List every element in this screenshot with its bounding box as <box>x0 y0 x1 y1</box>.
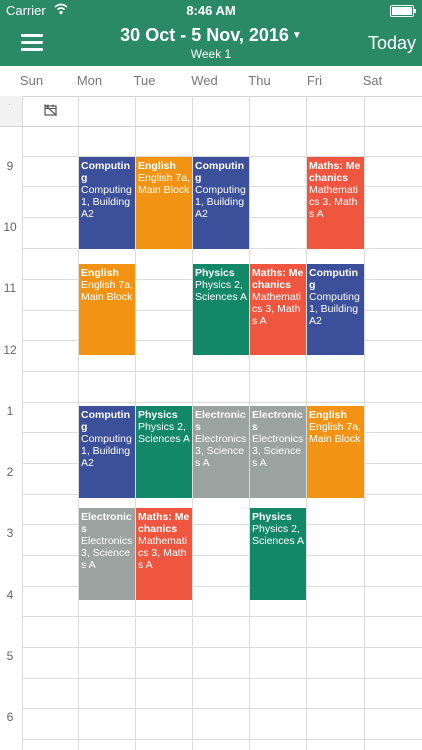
day-header-wed: Wed <box>191 73 218 88</box>
event-computing-wed[interactable]: Computing Computing 1, Building A2 <box>193 157 249 249</box>
event-english-mon[interactable]: English English 7a, Main Block <box>79 264 135 355</box>
hamburger-menu-icon[interactable] <box>21 34 43 52</box>
event-electronics-wed[interactable]: Electronics Electronics 3, Sciences A <box>193 406 249 498</box>
event-maths-thu[interactable]: Maths: Mechanics Mathematics 3, Maths A <box>250 264 306 355</box>
event-computing-mon-pm[interactable]: Computing Computing 1, Building A2 <box>79 406 135 498</box>
event-maths-tue[interactable]: Maths: Mechanics Mathematics 3, Maths A <box>136 508 192 600</box>
day-header-fri: Fri <box>306 73 323 88</box>
calendar-off-icon <box>44 104 57 116</box>
hour-label-4: 4 <box>6 588 14 602</box>
event-english-tue[interactable]: English English 7a, Main Block <box>136 157 192 249</box>
hour-label-11: 11 <box>3 281 17 295</box>
hour-label-2: 2 <box>6 465 14 479</box>
event-computing-mon[interactable]: Computing Computing 1, Building A2 <box>79 157 135 249</box>
event-computing-fri[interactable]: Computing Computing 1, Building A2 <box>307 264 364 355</box>
day-header-sun: Sun <box>19 73 44 88</box>
caret-down-icon: ▼ <box>291 30 302 41</box>
event-physics-wed[interactable]: Physics Physics 2, Sciences A <box>193 264 249 355</box>
hour-label-1: 1 <box>6 404 14 418</box>
event-english-fri[interactable]: English English 7a, Main Block <box>307 406 364 498</box>
event-physics-tue[interactable]: Physics Physics 2, Sciences A <box>136 406 192 498</box>
today-button[interactable]: Today <box>368 33 416 54</box>
hour-label-5: 5 <box>6 649 14 663</box>
battery-icon <box>390 5 416 17</box>
event-electronics-thu[interactable]: Electronics Electronics 3, Sciences A <box>250 406 306 498</box>
event-maths-fri[interactable]: Maths: Mechanics Mathematics 3, Maths A <box>307 157 364 249</box>
event-electronics-mon[interactable]: Electronics Electronics 3, Sciences A <box>79 508 135 600</box>
hour-label-6: 6 <box>6 710 14 724</box>
date-range-title: 30 Oct - 5 Nov, 2016 <box>120 25 289 45</box>
hour-label-10: 10 <box>3 220 17 234</box>
navigation-bar: 30 Oct - 5 Nov, 2016 ▼ Week 1 Today <box>0 22 422 66</box>
status-bar: Carrier 8:46 AM <box>0 0 422 22</box>
event-physics-thu[interactable]: Physics Physics 2, Sciences A <box>250 508 306 600</box>
hour-label-3: 3 <box>6 526 14 540</box>
day-header-mon: Mon <box>76 73 103 88</box>
status-time: 8:46 AM <box>186 3 236 18</box>
hour-label-9: 9 <box>6 159 14 173</box>
all-day-row[interactable]: · <box>0 96 422 127</box>
week-selector[interactable]: 30 Oct - 5 Nov, 2016 ▼ Week 1 <box>100 25 322 61</box>
day-header-sat: Sat <box>362 73 383 88</box>
day-header-tue: Tue <box>133 73 156 88</box>
day-header-row: Sun Mon Tue Wed Thu Fri Sat <box>0 66 422 97</box>
day-header-thu: Thu <box>248 73 271 88</box>
week-grid[interactable]: · 9 10 11 12 1 2 3 4 5 6 Computing Compu… <box>0 96 422 750</box>
week-label: Week 1 <box>190 47 232 61</box>
hour-label-12: 12 <box>3 343 17 357</box>
